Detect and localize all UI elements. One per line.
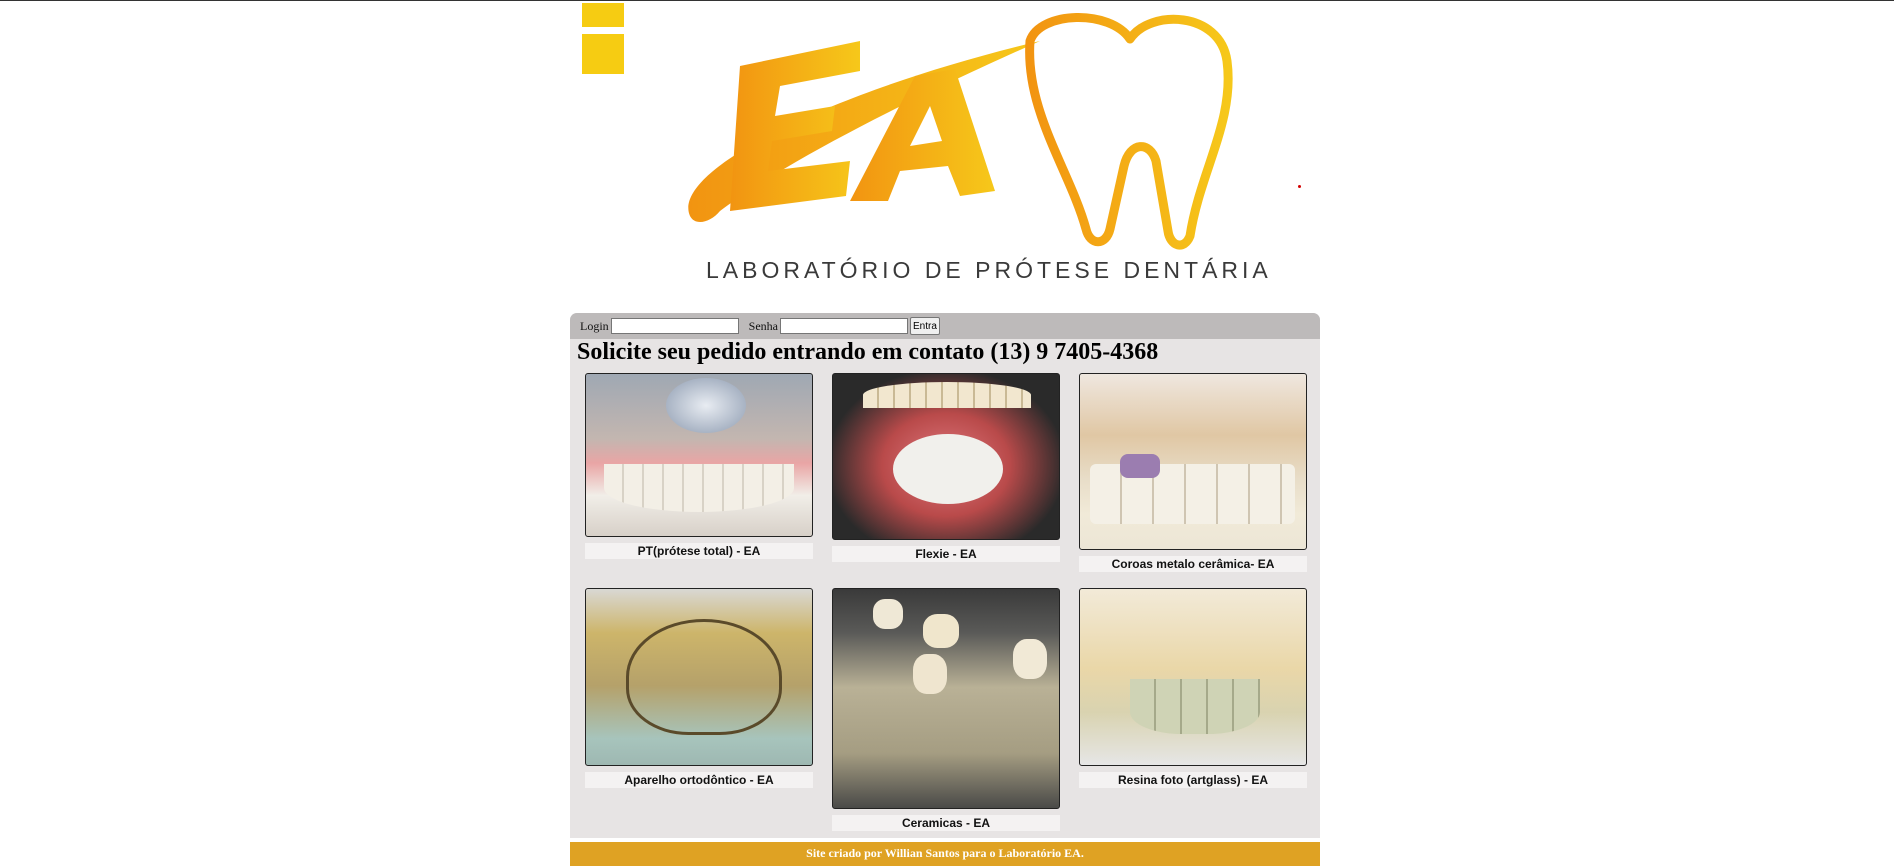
login-bar: Login Senha Entra [570, 313, 1320, 339]
product-caption: Resina foto (artglass) - EA [1079, 772, 1307, 788]
login-input[interactable] [610, 318, 739, 334]
decorative-dot [1298, 185, 1301, 188]
page-title: Solicite seu pedido entrando em contato … [577, 339, 1159, 365]
site-footer: Site criado por Willian Santos para o La… [570, 842, 1320, 866]
product-card[interactable]: Aparelho ortodôntico - EA [585, 588, 813, 788]
lab-logo: LABORATÓRIO DE PRÓTESE DENTÁRIA [570, 1, 1320, 311]
main-panel: Login Senha Entra Solicite seu pedido en… [570, 313, 1320, 838]
product-caption: Flexie - EA [832, 546, 1060, 562]
orthodontic-photo-icon [585, 588, 813, 766]
product-card[interactable]: Ceramicas - EA [832, 588, 1060, 831]
login-label: Login [580, 318, 609, 333]
product-caption: Aparelho ortodôntico - EA [585, 772, 813, 788]
denture-photo-icon [585, 373, 813, 537]
product-caption: Coroas metalo cerâmica- EA [1079, 556, 1307, 572]
product-card[interactable]: Coroas metalo cerâmica- EA [1079, 373, 1307, 572]
denture-photo-icon [832, 373, 1060, 540]
product-card[interactable]: Flexie - EA [832, 373, 1060, 562]
resin-photo-icon [1079, 588, 1307, 766]
ceramic-photo-icon [832, 588, 1060, 809]
product-caption: PT(prótese total) - EA [585, 543, 813, 559]
product-card[interactable]: PT(prótese total) - EA [585, 373, 813, 559]
product-card[interactable]: Resina foto (artglass) - EA [1079, 588, 1307, 788]
entra-button[interactable]: Entra [910, 317, 940, 335]
tooth-logo-icon [688, 13, 1233, 250]
senha-input[interactable] [780, 318, 908, 334]
senha-label: Senha [748, 318, 778, 333]
product-caption: Ceramicas - EA [832, 815, 1060, 831]
crown-photo-icon [1079, 373, 1307, 550]
logo-caption: LABORATÓRIO DE PRÓTESE DENTÁRIA [706, 257, 1272, 283]
